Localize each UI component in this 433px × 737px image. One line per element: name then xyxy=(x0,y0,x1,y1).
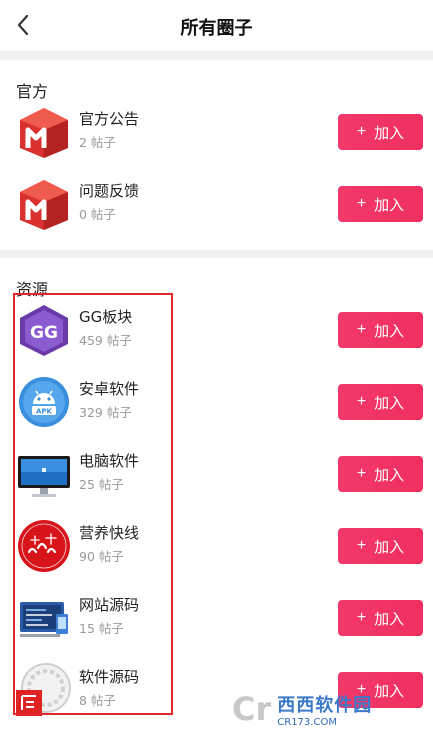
item-count: 0 帖子 xyxy=(79,207,116,222)
join-button[interactable]: + 加入 xyxy=(338,456,423,492)
monitor-icon xyxy=(18,456,70,497)
item-name: 问题反馈 xyxy=(79,182,140,200)
item-name: 安卓软件 xyxy=(79,380,140,398)
section-divider xyxy=(0,250,433,258)
list-item[interactable]: 营养快线 90 帖子 + 加入 xyxy=(0,510,433,582)
item-count: 15 帖子 xyxy=(79,621,124,636)
section-title-resources: 资源 xyxy=(16,280,49,299)
red-m-logo-icon xyxy=(20,108,68,158)
source-seal-icon xyxy=(16,663,71,716)
list-item[interactable]: 网站源码 15 帖子 + 加入 xyxy=(0,582,433,654)
item-name: GG板块 xyxy=(79,308,133,326)
list-item[interactable]: APK 安卓软件 329 帖子 + 加入 xyxy=(0,366,433,438)
list-item[interactable]: GG GG板块 459 帖子 + 加入 xyxy=(0,294,433,366)
plus-icon: + xyxy=(356,195,367,212)
item-name: 网站源码 xyxy=(79,596,140,614)
join-button[interactable]: + 加入 xyxy=(338,384,423,420)
section-divider xyxy=(0,52,433,60)
join-button[interactable]: + 加入 xyxy=(338,186,423,222)
list-item[interactable]: 官方公告 2 帖子 + 加入 xyxy=(0,96,433,168)
plus-icon: + xyxy=(356,393,367,410)
join-button[interactable]: + 加入 xyxy=(338,528,423,564)
website-code-icon xyxy=(20,602,68,637)
plus-icon: + xyxy=(356,609,367,626)
join-button[interactable]: + 加入 xyxy=(338,600,423,636)
watermark-text: 西西软件园 xyxy=(277,694,373,716)
watermark: Cr 西西软件园 CR173.COM xyxy=(232,688,427,730)
item-count: 8 帖子 xyxy=(79,693,116,708)
plus-icon: + xyxy=(356,123,367,140)
item-count: 329 帖子 xyxy=(79,405,132,420)
item-name: 电脑软件 xyxy=(79,452,140,470)
item-count: 459 帖子 xyxy=(79,333,132,348)
plus-icon: + xyxy=(356,321,367,338)
item-count: 90 帖子 xyxy=(79,549,124,564)
list-item[interactable]: 问题反馈 0 帖子 + 加入 xyxy=(0,168,433,240)
svg-text:GG: GG xyxy=(30,323,58,343)
fuli-badge-icon xyxy=(18,520,70,572)
join-button[interactable]: + 加入 xyxy=(338,114,423,150)
item-name: 官方公告 xyxy=(79,110,140,128)
watermark-logo: Cr xyxy=(232,690,272,728)
page-title: 所有圈子 xyxy=(180,18,253,39)
item-count: 2 帖子 xyxy=(79,135,116,150)
red-m-logo-icon xyxy=(20,180,68,230)
section-title-official: 官方 xyxy=(16,82,49,101)
item-name: 营养快线 xyxy=(79,524,140,542)
item-count: 25 帖子 xyxy=(79,477,124,492)
join-button[interactable]: + 加入 xyxy=(338,312,423,348)
svg-text:APK: APK xyxy=(36,408,53,416)
gg-logo-icon: GG xyxy=(20,305,68,356)
plus-icon: + xyxy=(356,537,367,554)
top-bar: 所有圈子 xyxy=(0,0,433,52)
watermark-url: CR173.COM xyxy=(277,716,337,728)
item-name: 软件源码 xyxy=(79,668,140,686)
android-apk-icon: APK xyxy=(19,377,69,427)
plus-icon: + xyxy=(356,465,367,482)
list-item[interactable]: 电脑软件 25 帖子 + 加入 xyxy=(0,438,433,510)
